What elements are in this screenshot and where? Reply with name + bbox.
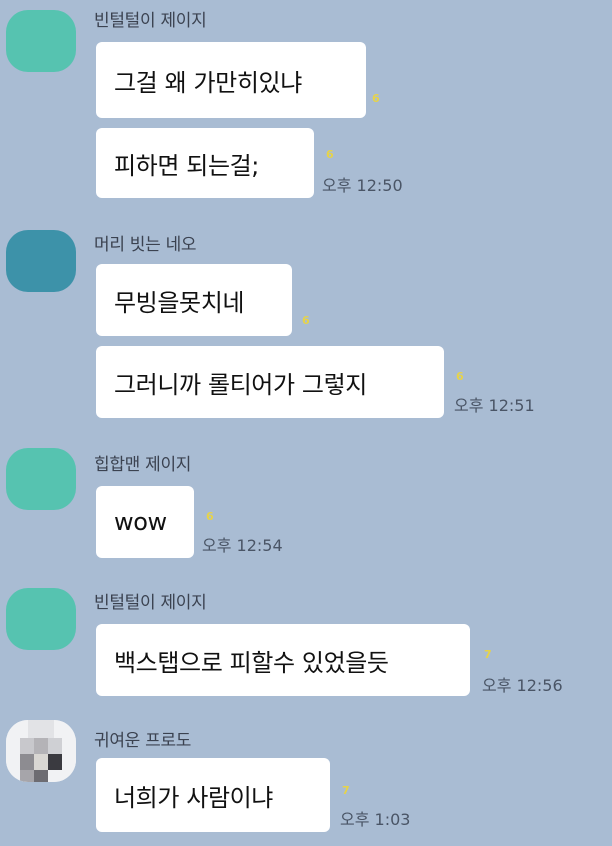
avatar[interactable] (6, 448, 76, 510)
message-row: 그러니까 롤티어가 그렇지 6 오후 12:51 (96, 346, 535, 418)
unread-count: 6 (206, 510, 214, 523)
unread-count: 6 (372, 92, 380, 105)
unread-count: 6 (326, 148, 334, 161)
timestamp: 오후 12:54 (202, 536, 283, 555)
message-bubble[interactable]: wow (96, 486, 194, 558)
unread-count: 7 (484, 648, 492, 661)
message-bubble[interactable]: 너희가 사람이냐 (96, 758, 330, 832)
message-row: 무빙을못치네 6 (96, 264, 310, 336)
message-row: wow 6 오후 12:54 (96, 486, 283, 558)
message-bubble[interactable]: 백스탭으로 피할수 있었을듯 (96, 624, 470, 696)
timestamp: 오후 12:51 (454, 396, 535, 415)
sender-name: 힙합맨 제이지 (94, 455, 192, 475)
message-bubble[interactable]: 무빙을못치네 (96, 264, 292, 336)
unread-count: 6 (456, 370, 464, 383)
sender-name: 머리 빗는 네오 (94, 235, 197, 255)
message-bubble[interactable]: 그걸 왜 가만히있냐 (96, 42, 366, 118)
avatar[interactable] (6, 230, 76, 292)
message-row: 너희가 사람이냐 7 오후 1:03 (96, 758, 410, 832)
avatar[interactable] (6, 10, 76, 72)
avatar[interactable] (6, 588, 76, 650)
sender-name: 귀여운 프로도 (94, 731, 192, 751)
sender-name: 빈털털이 제이지 (94, 11, 207, 31)
message-row: 그걸 왜 가만히있냐 6 (96, 42, 380, 118)
avatar[interactable] (6, 720, 76, 782)
message-bubble[interactable]: 피하면 되는걸; (96, 128, 314, 198)
message-bubble[interactable]: 그러니까 롤티어가 그렇지 (96, 346, 444, 418)
sender-name: 빈털털이 제이지 (94, 593, 207, 613)
timestamp: 오후 12:56 (482, 676, 563, 695)
unread-count: 7 (342, 784, 350, 797)
chat-screen: { "messages": [ { "sender": "빈털털이 제이지", … (0, 0, 612, 846)
unread-count: 6 (302, 314, 310, 327)
timestamp: 오후 12:50 (322, 176, 403, 195)
timestamp: 오후 1:03 (340, 810, 411, 829)
message-row: 피하면 되는걸; 6 오후 12:50 (96, 128, 403, 198)
message-row: 백스탭으로 피할수 있었을듯 7 오후 12:56 (96, 624, 563, 696)
